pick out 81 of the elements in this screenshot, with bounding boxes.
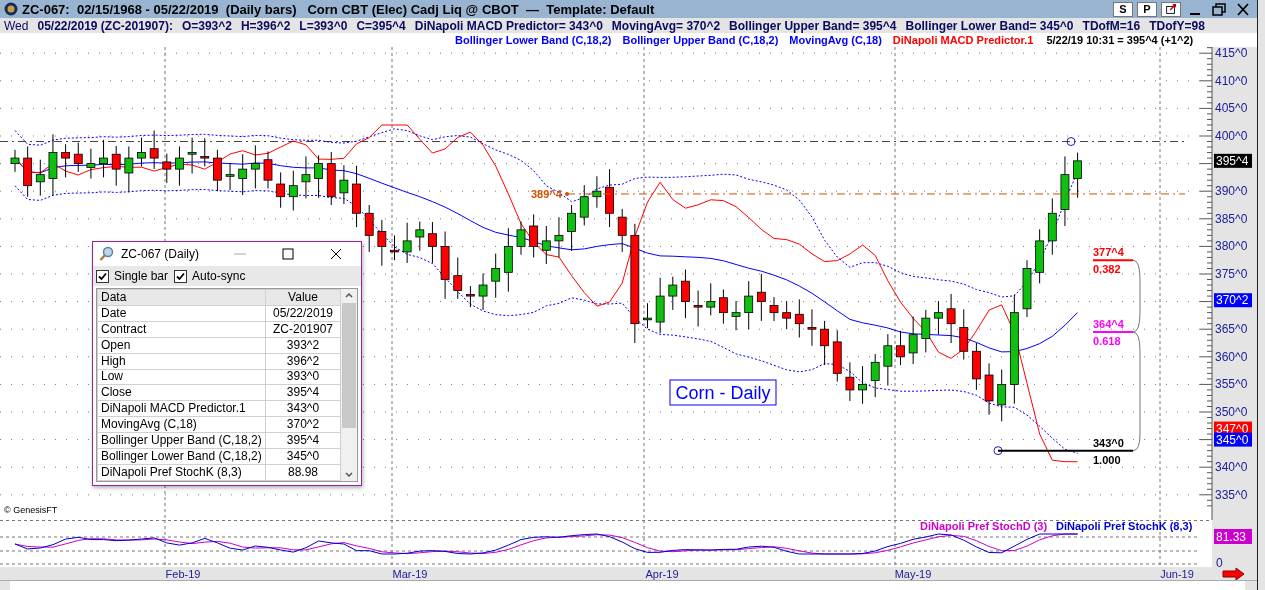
column-header: Value (265, 289, 341, 306)
table-cell: Bollinger Lower Band (C,18,2) (97, 448, 266, 465)
axis-label: 390^0 (1215, 184, 1248, 199)
bar-value: 05/22/2019 (ZC-201907): (37, 18, 173, 33)
time-axis-label: Mar-19 (392, 568, 428, 580)
table-cell: Date (97, 305, 266, 322)
time-axis-label: Jun-19 (1160, 568, 1194, 580)
table-cell: 396^2 (265, 353, 341, 370)
fibonacci-ratio: 1.000 (1093, 453, 1121, 466)
chart-label: Corn - Daily (669, 379, 777, 406)
axis-label: 400^0 (1215, 129, 1248, 143)
time-axis-label: Apr-19 (645, 568, 679, 580)
table-cell: 05/22/2019 (265, 305, 341, 322)
axis-label: 335^0 (1215, 487, 1248, 502)
panel-title: ZC-067 (Daily) (121, 247, 200, 261)
bar-value: TDofM=16 (1082, 18, 1141, 33)
checkbox-label: Single bar (114, 269, 169, 283)
fibonacci-ratio: 0.618 (1093, 334, 1121, 347)
bar-value: Bollinger Upper Band= 395^4 (729, 18, 897, 33)
table-cell: ZC-201907 (265, 321, 341, 338)
column-header: Data (97, 289, 266, 306)
toolbar-button[interactable]: P (1137, 1, 1157, 17)
table-cell: 393^0 (265, 369, 341, 385)
table-cell: 345^0 (265, 448, 341, 465)
axis-label: 375^0 (1215, 267, 1248, 281)
legend-label: DiNapoli MACD Predictor.1 (892, 34, 1034, 46)
axis-label: 365^0 (1215, 322, 1248, 337)
copyright-text: © GenesisFT (4, 505, 58, 515)
table-cell: DiNapoli Pref StochK (8,3) (97, 464, 266, 481)
table-cell: 395^4 (265, 432, 341, 449)
bar-value: TDofY=98 (1149, 18, 1205, 33)
bar-value: DiNapoli MACD Predictor= 343^0 (414, 18, 603, 33)
axis-label: 380^0 (1215, 239, 1248, 254)
indicator-legend-label: DiNapoli Pref StochK (8,3) (1056, 520, 1193, 532)
fibonacci-price: 364^4 (1093, 317, 1124, 330)
axis-label: 355^0 (1215, 377, 1248, 392)
bar-value: C=395^4 (356, 18, 406, 33)
axis-label: 360^0 (1215, 349, 1248, 364)
table-cell: MovingAvg (C,18) (97, 416, 266, 433)
legend-label: Bollinger Lower Band (C,18,2) (455, 34, 612, 46)
fibonacci-price: 377^4 (1093, 246, 1124, 259)
bar-value: H=396^2 (240, 18, 291, 33)
table-cell: High (97, 353, 266, 370)
axis-label: 340^0 (1215, 460, 1248, 475)
table-cell: Contract (97, 321, 266, 338)
indicator-marker: 81.33 (1214, 529, 1252, 544)
checkbox-label: Auto-sync (192, 269, 246, 283)
table-cell: 370^2 (265, 416, 341, 433)
day-label: Wed (4, 18, 29, 33)
toolbar-button[interactable]: S (1113, 1, 1133, 17)
table-cell: 393^2 (265, 337, 341, 354)
table-cell: Low (97, 369, 266, 385)
legend-label: Bollinger Upper Band (C,18,2) (622, 34, 779, 46)
indicator-legend-label: DiNapoli Pref StochD (3) (920, 520, 1048, 532)
time-axis-label: Feb-19 (165, 568, 201, 580)
table-cell: 395^4 (265, 384, 341, 401)
axis-label: 350^0 (1215, 405, 1248, 419)
table-cell: 343^0 (265, 400, 341, 417)
price-marker: 370^2 (1214, 293, 1252, 308)
window-title: ZC-067: 02/15/1968 - 05/22/2019 (Daily bars) Corn CBT (Elec) Cadj Liq @ CBOT — Template: Default (22, 1, 656, 17)
level-label: 389^4 (531, 187, 562, 200)
last-update-text: 5/22/19 10:31 = 395^4 (+1^2) (1046, 34, 1194, 46)
axis-label: 415^0 (1215, 47, 1248, 61)
axis-label: 385^0 (1215, 211, 1248, 226)
table-cell: Open (97, 337, 266, 354)
price-marker: 345^0 (1214, 432, 1252, 447)
axis-label: 0 (1216, 556, 1223, 570)
bar-value: L=393^0 (299, 18, 348, 33)
legend-label: MovingAvg (C,18) (789, 34, 882, 46)
fibonacci-price: 343^0 (1093, 436, 1124, 449)
bar-value: Bollinger Lower Band= 345^0 (905, 18, 1074, 33)
table-cell: Close (97, 384, 266, 401)
bar-value: O=393^2 (181, 18, 232, 33)
axis-label: 405^0 (1215, 101, 1248, 116)
bar-value: MovingAvg= 370^2 (611, 18, 721, 33)
table-cell: Bollinger Upper Band (C,18,2) (97, 432, 266, 449)
table-cell: 88.98 (265, 464, 341, 481)
fibonacci-ratio: 0.382 (1093, 263, 1121, 276)
table-cell: DiNapoli MACD Predictor.1 (97, 400, 266, 417)
time-axis-label: May-19 (894, 568, 932, 580)
axis-label: 410^0 (1215, 73, 1248, 88)
